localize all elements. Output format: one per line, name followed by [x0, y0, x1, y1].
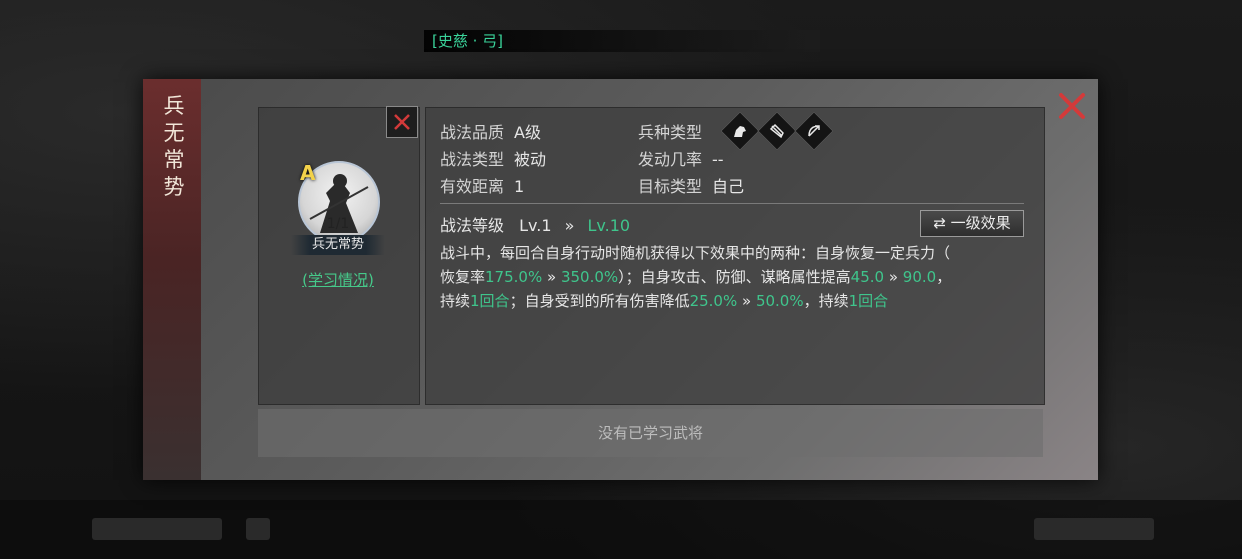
tactic-type-label: 战法类型 [440, 150, 505, 169]
desc-text: 战斗中，每回合自身行动时随机获得以下效果中的两种：自身恢复一定兵力（ [440, 244, 951, 262]
bottom-bar [0, 500, 1242, 559]
desc-arrow: » [542, 268, 561, 286]
desc-text: ；自身受到的所有伤害降低 [509, 292, 690, 310]
tactic-level-row: 战法等级 Lv.1 » Lv.10 [440, 212, 630, 236]
tactic-description: 战斗中，每回合自身行动时随机获得以下效果中的两种：自身恢复一定兵力（ 恢复率17… [440, 241, 1030, 313]
side-title: 兵无常势 [163, 94, 185, 199]
top-tag: [史慈 · 弓] [424, 30, 820, 52]
swap-icon: ⇄ [933, 214, 946, 232]
info-divider [440, 203, 1024, 204]
unit-type-label: 兵种类型 [638, 123, 703, 142]
desc-value: 90.0 [902, 268, 937, 286]
desc-text: ， [936, 268, 952, 286]
trigger-rate-label: 发动几率 [638, 150, 703, 169]
unit-type-row: 兵种类型 [638, 119, 712, 143]
trigger-rate-row: 发动几率 -- [638, 146, 724, 170]
grade-badge: A [300, 161, 316, 185]
range-label: 有效距离 [440, 177, 505, 196]
tactic-name-banner: 兵无常势 [291, 235, 385, 255]
level-current: Lv.1 [519, 216, 552, 235]
desc-text: 持续 [440, 292, 471, 310]
level-max: Lv.10 [587, 216, 631, 235]
level-arrow: » [564, 216, 575, 235]
desc-arrow: » [884, 268, 903, 286]
range-value: 1 [514, 177, 525, 196]
target-label: 目标类型 [638, 177, 703, 196]
quality-label: 战法品质 [440, 123, 505, 142]
level-effect-label: 一级效果 [950, 214, 1011, 232]
level-effect-button[interactable]: ⇄ 一级效果 [920, 210, 1024, 237]
tactic-detail-dialog: 兵无常势 A 1/1 兵无常势 (学习情况) 战法品质 A级 战法类型 被动 有效距… [143, 79, 1098, 480]
desc-value: 175.0% [485, 268, 543, 286]
trigger-rate-value: -- [712, 150, 724, 169]
quality-row: 战法品质 A级 [440, 119, 541, 143]
desc-value: 1回合 [470, 292, 510, 310]
desc-text: ）；自身攻击、防御、谋略属性提高 [618, 268, 851, 286]
desc-value: 50.0% [755, 292, 804, 310]
no-generals-panel: 没有已学习武将 [258, 409, 1043, 457]
bottom-bar-item [1034, 518, 1154, 540]
level-count: 1/1 [326, 216, 350, 232]
bottom-bar-item [246, 518, 270, 540]
desc-text: 恢复率 [440, 268, 486, 286]
desc-value: 350.0% [560, 268, 619, 286]
desc-arrow: » [737, 292, 756, 310]
tactic-type-value: 被动 [514, 150, 547, 169]
tactic-level-label: 战法等级 [440, 216, 505, 235]
close-icon[interactable] [1057, 91, 1087, 121]
desc-value: 25.0% [689, 292, 738, 310]
desc-text: ，持续 [803, 292, 849, 310]
target-value: 自己 [712, 177, 745, 196]
bottom-bar-item [92, 518, 222, 540]
desc-value: 45.0 [850, 268, 885, 286]
side-title-strip: 兵无常势 [143, 79, 201, 480]
quality-value: A级 [514, 123, 541, 142]
study-status-link[interactable]: (学习情况) [293, 269, 383, 290]
desc-value: 1回合 [848, 292, 889, 310]
tactic-card-panel [258, 107, 420, 405]
tactic-type-row: 战法类型 被动 [440, 146, 546, 170]
range-row: 有效距离 1 [440, 173, 524, 197]
target-row: 目标类型 自己 [638, 173, 744, 197]
panel-close-icon[interactable] [386, 106, 418, 138]
